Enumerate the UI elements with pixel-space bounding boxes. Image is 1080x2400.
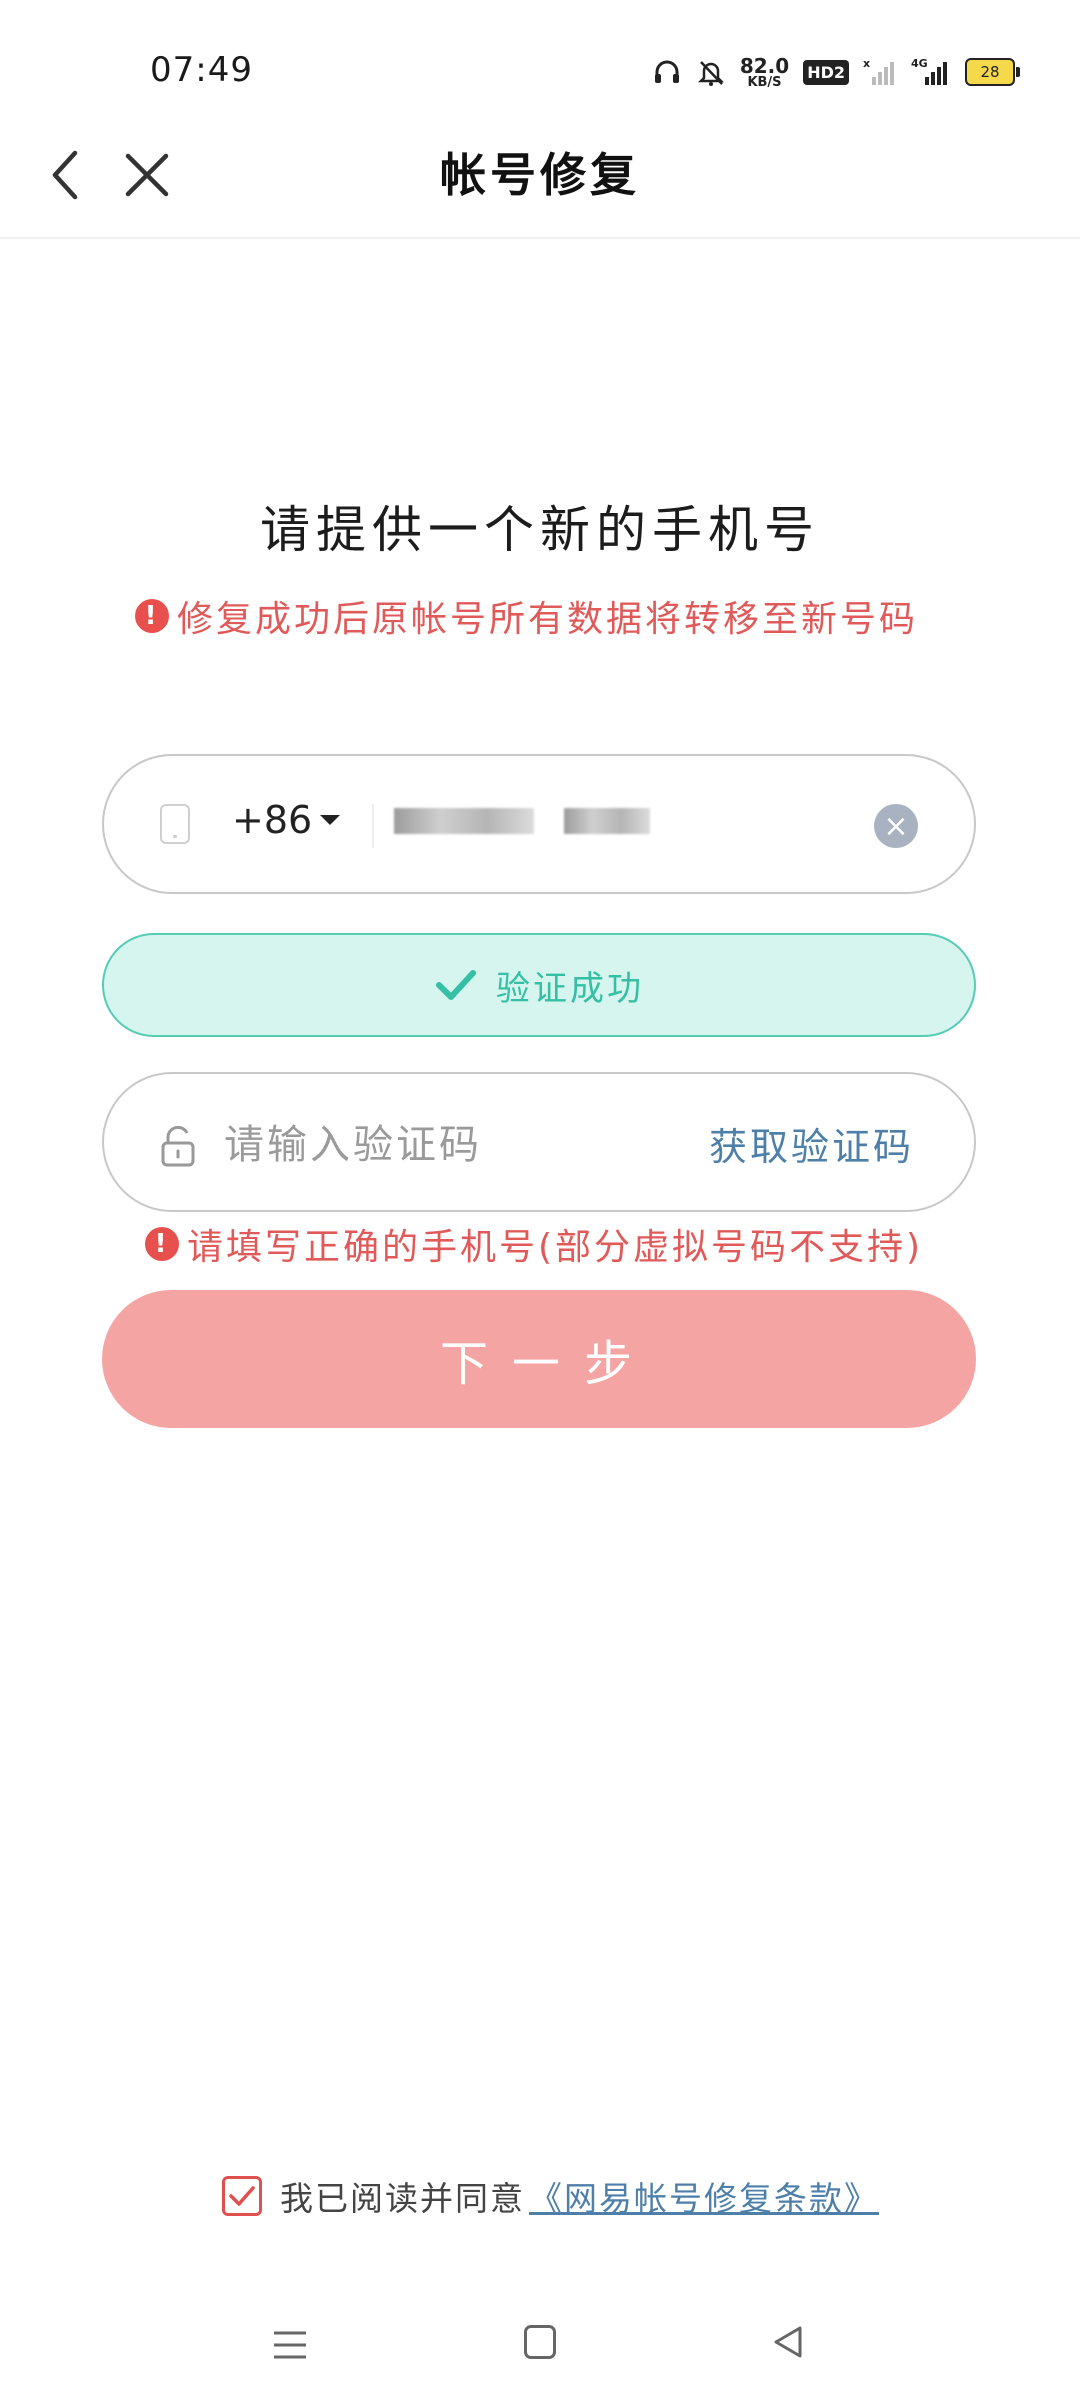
menu-icon[interactable] [270,2325,310,2365]
signal-4g-icon: 4G [911,57,947,85]
bell-muted-icon [697,61,724,86]
net-speed: 82.0 KB/S [740,56,789,89]
warning-top: ! 修复成功后原帐号所有数据将转移至新号码 [135,590,995,642]
status-icons: 82.0 KB/S HD2 x 4G 28 [652,50,1020,94]
svg-text:x: x [863,57,870,70]
caret-down-icon [320,815,341,825]
signal-icon: x [863,57,894,85]
lock-icon [161,1125,195,1167]
check-icon [436,970,476,1000]
country-code: +86 [232,798,313,842]
headphones-icon [654,60,679,83]
clear-button[interactable]: × [874,804,918,848]
phone-field[interactable]: +86 × [102,754,976,894]
agreement-link[interactable]: 《网易帐号修复条款》 [529,2172,879,2220]
home-icon[interactable] [524,2325,556,2359]
verify-status-bar: 验证成功 [102,933,976,1037]
header-divider [0,237,1080,239]
nav-back-icon[interactable] [770,2324,806,2360]
net-speed-value: 82.0 [739,53,790,78]
warning-top-text: 修复成功后原帐号所有数据将转移至新号码 [177,599,919,640]
battery-icon: 28 [965,58,1020,86]
close-icon [125,153,169,197]
back-button[interactable] [30,140,100,210]
chevron-left-icon [52,150,78,200]
battery-level: 28 [965,58,1015,86]
status-time: 07:49 [150,50,253,90]
agreement-text: 我已阅读并同意 [280,2179,525,2218]
heading: 请提供一个新的手机号 [260,501,820,559]
phone-icon [160,804,190,844]
get-code-button[interactable]: 获取验证码 [709,1116,914,1171]
code-field[interactable]: 获取验证码 [102,1072,976,1212]
verification-code-input[interactable] [222,1112,666,1178]
checkmark-icon [229,2186,255,2206]
warning-bottom: ! 请填写正确的手机号(部分虚拟号码不支持) [145,1218,1015,1270]
status-bar: 07:49 82.0 KB/S HD2 x 4G 28 [0,0,1080,130]
country-code-select[interactable]: +86 [232,798,341,842]
verify-status-text: 验证成功 [496,968,644,1009]
clear-icon: × [883,808,909,844]
warning-bottom-text: 请填写正确的手机号(部分虚拟号码不支持) [187,1227,924,1268]
field-separator [372,804,374,848]
next-button[interactable]: 下一步 [102,1290,976,1428]
net-speed-unit: KB/S [747,74,782,90]
agreement-checkbox[interactable] [222,2176,262,2216]
svg-text:4G: 4G [911,57,928,70]
alert-icon: ! [145,1227,179,1261]
phone-number-masked[interactable] [394,800,654,836]
hd-badge: HD2 [803,59,849,85]
close-button[interactable] [112,140,182,210]
alert-icon: ! [135,599,169,633]
agreement-row: 我已阅读并同意 《网易帐号修复条款》 [222,2172,879,2220]
